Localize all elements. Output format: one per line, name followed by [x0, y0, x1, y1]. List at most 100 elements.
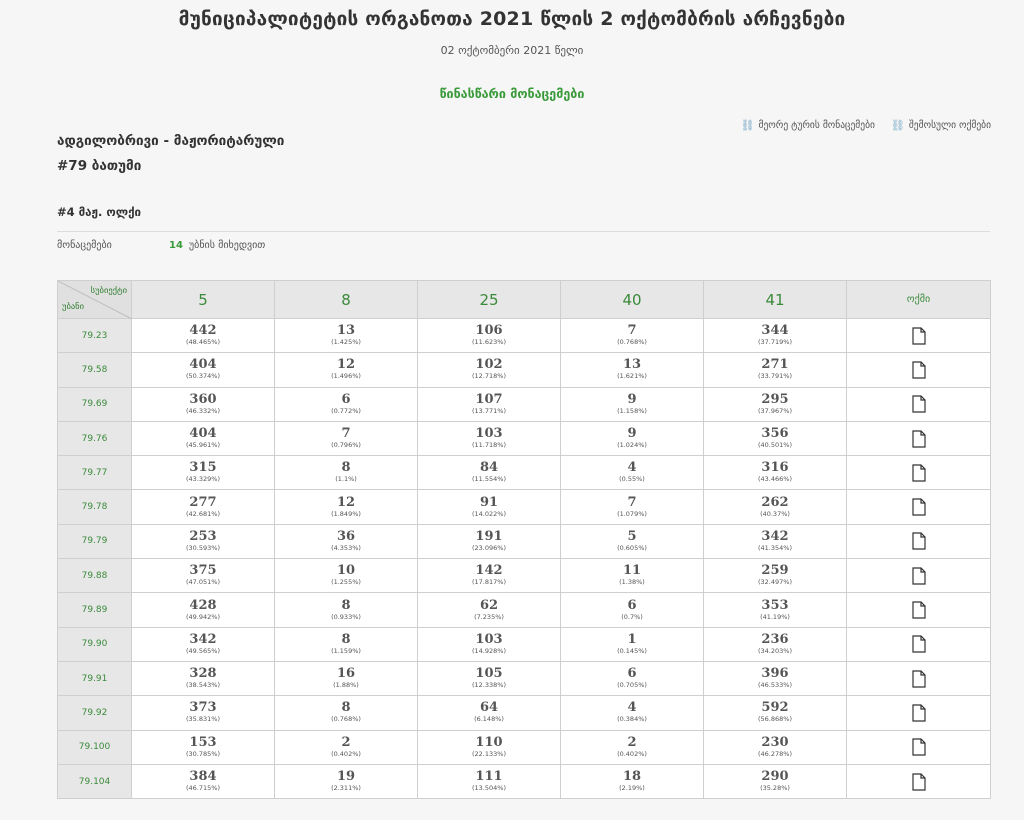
protocol-cell[interactable]: [846, 729, 991, 765]
precinct-id[interactable]: 79.91: [57, 660, 132, 697]
precinct-count[interactable]: 14: [169, 240, 183, 251]
result-cell: 236 (34.203%): [703, 626, 847, 662]
vote-count: 9: [627, 391, 637, 407]
document-icon[interactable]: [847, 567, 990, 585]
received-protocols-link[interactable]: ⛓ შემოსული ოქმები: [891, 119, 991, 132]
result-cell: 12 (1.849%): [274, 489, 418, 525]
document-icon[interactable]: [847, 601, 990, 619]
result-cell: 342 (49.565%): [131, 626, 275, 662]
document-icon[interactable]: [847, 429, 990, 448]
vote-percent: (2.19%): [619, 784, 645, 792]
precinct-id[interactable]: 79.90: [57, 626, 132, 662]
table-row: 79.90 342 (49.565%) 8 (1.159%) 103 (14.928%) 1(…: [57, 626, 991, 662]
result-cell: 8 (0.768%): [274, 695, 418, 731]
result-cell: 142 (17.817%): [417, 558, 561, 594]
protocol-cell[interactable]: [846, 352, 991, 388]
document-icon[interactable]: [847, 464, 990, 482]
protocol-cell[interactable]: [846, 558, 991, 594]
result-cell: 9 (1.158%): [560, 386, 704, 422]
vote-percent: (1.1%): [335, 475, 357, 484]
vote-count: 7: [341, 426, 351, 442]
vote-percent: (0.705%): [617, 681, 647, 690]
vote-count: 13: [622, 357, 642, 373]
vote-count: 142: [475, 563, 503, 579]
protocol-cell[interactable]: [846, 386, 991, 422]
result-cell: 428 (49.942%): [131, 592, 275, 628]
document-icon[interactable]: [847, 395, 990, 413]
result-cell: 12 (1.496%): [274, 352, 418, 388]
protocol-cell[interactable]: [846, 420, 991, 457]
result-cell: 344 (37.719%): [703, 317, 847, 354]
precinct-id[interactable]: 79.23: [57, 317, 132, 354]
precinct-id[interactable]: 79.92: [57, 695, 132, 731]
protocol-cell[interactable]: [846, 523, 991, 560]
column-header-subject[interactable]: 25: [417, 280, 561, 319]
result-cell: 110 (22.133%): [417, 729, 561, 765]
vote-count: 360: [189, 391, 217, 407]
table-row: 79.92 373 (35.831%) 8 (0.768%) 64 (6.148%) 4 (0.…: [57, 695, 991, 731]
table-row: 79.58 404 (50.374%) 12 (1.496%) 102 (12.718%) 1…: [57, 352, 991, 388]
vote-count: 2: [341, 734, 351, 750]
protocol-cell[interactable]: [846, 455, 991, 491]
precinct-id[interactable]: 79.69: [57, 386, 132, 422]
precinct-id[interactable]: 79.89: [57, 592, 132, 628]
vote-percent: (30.785%): [186, 749, 220, 758]
vote-count: 230: [761, 734, 789, 750]
precinct-label: უბანი: [62, 302, 84, 312]
document-icon[interactable]: [847, 670, 990, 688]
result-cell: 356 (40.501%): [703, 420, 847, 457]
document-icon[interactable]: [847, 327, 990, 345]
document-icon[interactable]: [847, 704, 990, 722]
vote-percent: (43.466%): [758, 475, 792, 484]
vote-percent: (1.425%): [331, 338, 361, 347]
result-cell: 404 (50.374%): [131, 352, 275, 388]
result-cell: 84 (11.554%): [417, 455, 561, 491]
document-icon[interactable]: [847, 635, 990, 653]
precinct-id[interactable]: 79.88: [57, 558, 132, 594]
protocol-cell[interactable]: [846, 317, 991, 354]
document-icon[interactable]: [847, 498, 990, 516]
document-icon[interactable]: [847, 772, 990, 791]
result-cell: 315 (43.329%): [131, 455, 275, 491]
precinct-id[interactable]: 79.104: [57, 763, 132, 800]
vote-count: 10: [336, 563, 356, 579]
result-cell: 396 (46.533%): [703, 660, 847, 697]
table-row: 79.79 253 (30.593%) 36 (4.353%) 191 (23.096%) 5…: [57, 523, 991, 560]
precinct-id[interactable]: 79.79: [57, 523, 132, 560]
protocol-cell[interactable]: [846, 695, 991, 731]
vote-percent: (7.235%): [474, 612, 504, 621]
vote-count: 12: [336, 494, 356, 510]
column-header-subject[interactable]: 8: [274, 280, 418, 319]
second-round-link[interactable]: ⛓ მეორე ტურის მონაცემები: [741, 119, 875, 132]
vote-count: 271: [761, 357, 789, 373]
page-title: მუნიციპალიტეტის ორგანოთა 2021 წლის 2 ოქტ…: [178, 8, 846, 30]
result-cell: 375 (47.051%): [131, 558, 275, 594]
vote-percent: (46.278%): [758, 749, 792, 758]
protocol-cell[interactable]: [846, 626, 991, 662]
precinct-id[interactable]: 79.100: [57, 729, 132, 765]
document-icon[interactable]: [847, 532, 990, 551]
vote-count: 375: [189, 563, 217, 579]
precinct-id[interactable]: 79.58: [57, 352, 132, 388]
result-cell: 13 (1.621%): [560, 352, 704, 388]
vote-count: 91: [479, 494, 499, 510]
column-header-subject[interactable]: 41: [703, 280, 847, 319]
result-cell: 5 (0.605%): [560, 523, 704, 560]
vote-count: 1: [627, 631, 637, 647]
vote-percent: (33.791%): [758, 372, 792, 381]
result-cell: 7 (0.768%): [560, 317, 704, 354]
column-header-subject[interactable]: 5: [131, 280, 275, 319]
vote-percent: (22.133%): [472, 749, 506, 758]
precinct-id[interactable]: 79.78: [57, 489, 132, 525]
vote-count: 111: [475, 769, 503, 784]
precinct-id[interactable]: 79.77: [57, 455, 132, 491]
protocol-cell[interactable]: [846, 763, 991, 800]
document-icon[interactable]: [847, 361, 990, 379]
protocol-cell[interactable]: [846, 592, 991, 628]
protocol-cell[interactable]: [846, 489, 991, 525]
precinct-id[interactable]: 79.76: [57, 420, 132, 457]
protocol-cell[interactable]: [846, 660, 991, 697]
column-header-subject[interactable]: 40: [560, 280, 704, 319]
document-icon[interactable]: [847, 738, 990, 756]
link-icon: ⛓: [740, 119, 755, 132]
